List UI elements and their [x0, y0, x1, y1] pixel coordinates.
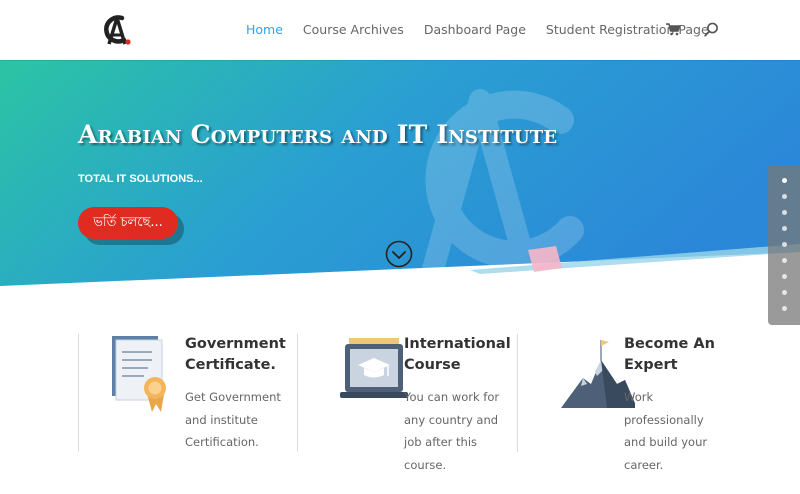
hero-subtitle: TOTAL IT SOLUTIONS... — [78, 173, 203, 185]
nav-dashboard[interactable]: Dashboard Page — [424, 22, 526, 37]
cart-icon[interactable] — [666, 23, 680, 36]
page: Home Course Archives Dashboard Page Stud… — [0, 0, 800, 494]
dot-nav-item[interactable] — [782, 178, 787, 183]
feature-text: Work professionally and build your caree… — [624, 390, 708, 472]
hero-section: Arabian Computers and IT Institute TOTAL… — [0, 60, 800, 300]
feature-title: Become An Expert — [624, 336, 715, 373]
logo-icon[interactable] — [100, 12, 134, 48]
chevron-down-circle-icon[interactable] — [385, 240, 413, 268]
feature-international-course: International Course You can work for an… — [297, 334, 517, 474]
dot-nav-item[interactable] — [782, 242, 787, 247]
feature-government-certificate: Government Certificate. Get Government a… — [78, 334, 298, 474]
admission-button[interactable]: ভর্তি চলছে... — [78, 207, 178, 239]
dot-nav-item[interactable] — [782, 290, 787, 295]
feature-text: You can work for any country and job aft… — [404, 390, 500, 472]
site-header: Home Course Archives Dashboard Page Stud… — [0, 0, 800, 60]
dot-nav-item[interactable] — [782, 274, 787, 279]
section-dot-nav — [768, 165, 800, 325]
feature-divider — [517, 334, 518, 452]
dot-nav-item[interactable] — [782, 306, 787, 311]
main-nav: Home Course Archives Dashboard Page Stud… — [246, 22, 729, 37]
search-icon[interactable] — [704, 22, 719, 37]
laptop-graduation-icon — [340, 338, 408, 398]
feature-title: Government Certificate. — [185, 336, 286, 373]
dot-nav-item[interactable] — [782, 210, 787, 215]
certificate-icon — [112, 336, 166, 412]
feature-become-expert: Become An Expert Work professionally and… — [517, 334, 737, 474]
dot-nav-item[interactable] — [782, 226, 787, 231]
nav-student-registration[interactable]: Student Registration Page — [546, 22, 709, 37]
nav-home[interactable]: Home — [246, 22, 283, 37]
nav-course-archives[interactable]: Course Archives — [303, 22, 404, 37]
feature-divider — [297, 334, 298, 452]
dot-nav-item[interactable] — [782, 258, 787, 263]
dot-nav-item[interactable] — [782, 194, 787, 199]
feature-divider — [78, 334, 79, 452]
hero-title: Arabian Computers and IT Institute — [78, 120, 558, 149]
mountain-flag-icon — [561, 340, 635, 408]
feature-text: Get Government and institute Certificati… — [185, 390, 281, 449]
feature-title: International Course — [404, 336, 511, 373]
